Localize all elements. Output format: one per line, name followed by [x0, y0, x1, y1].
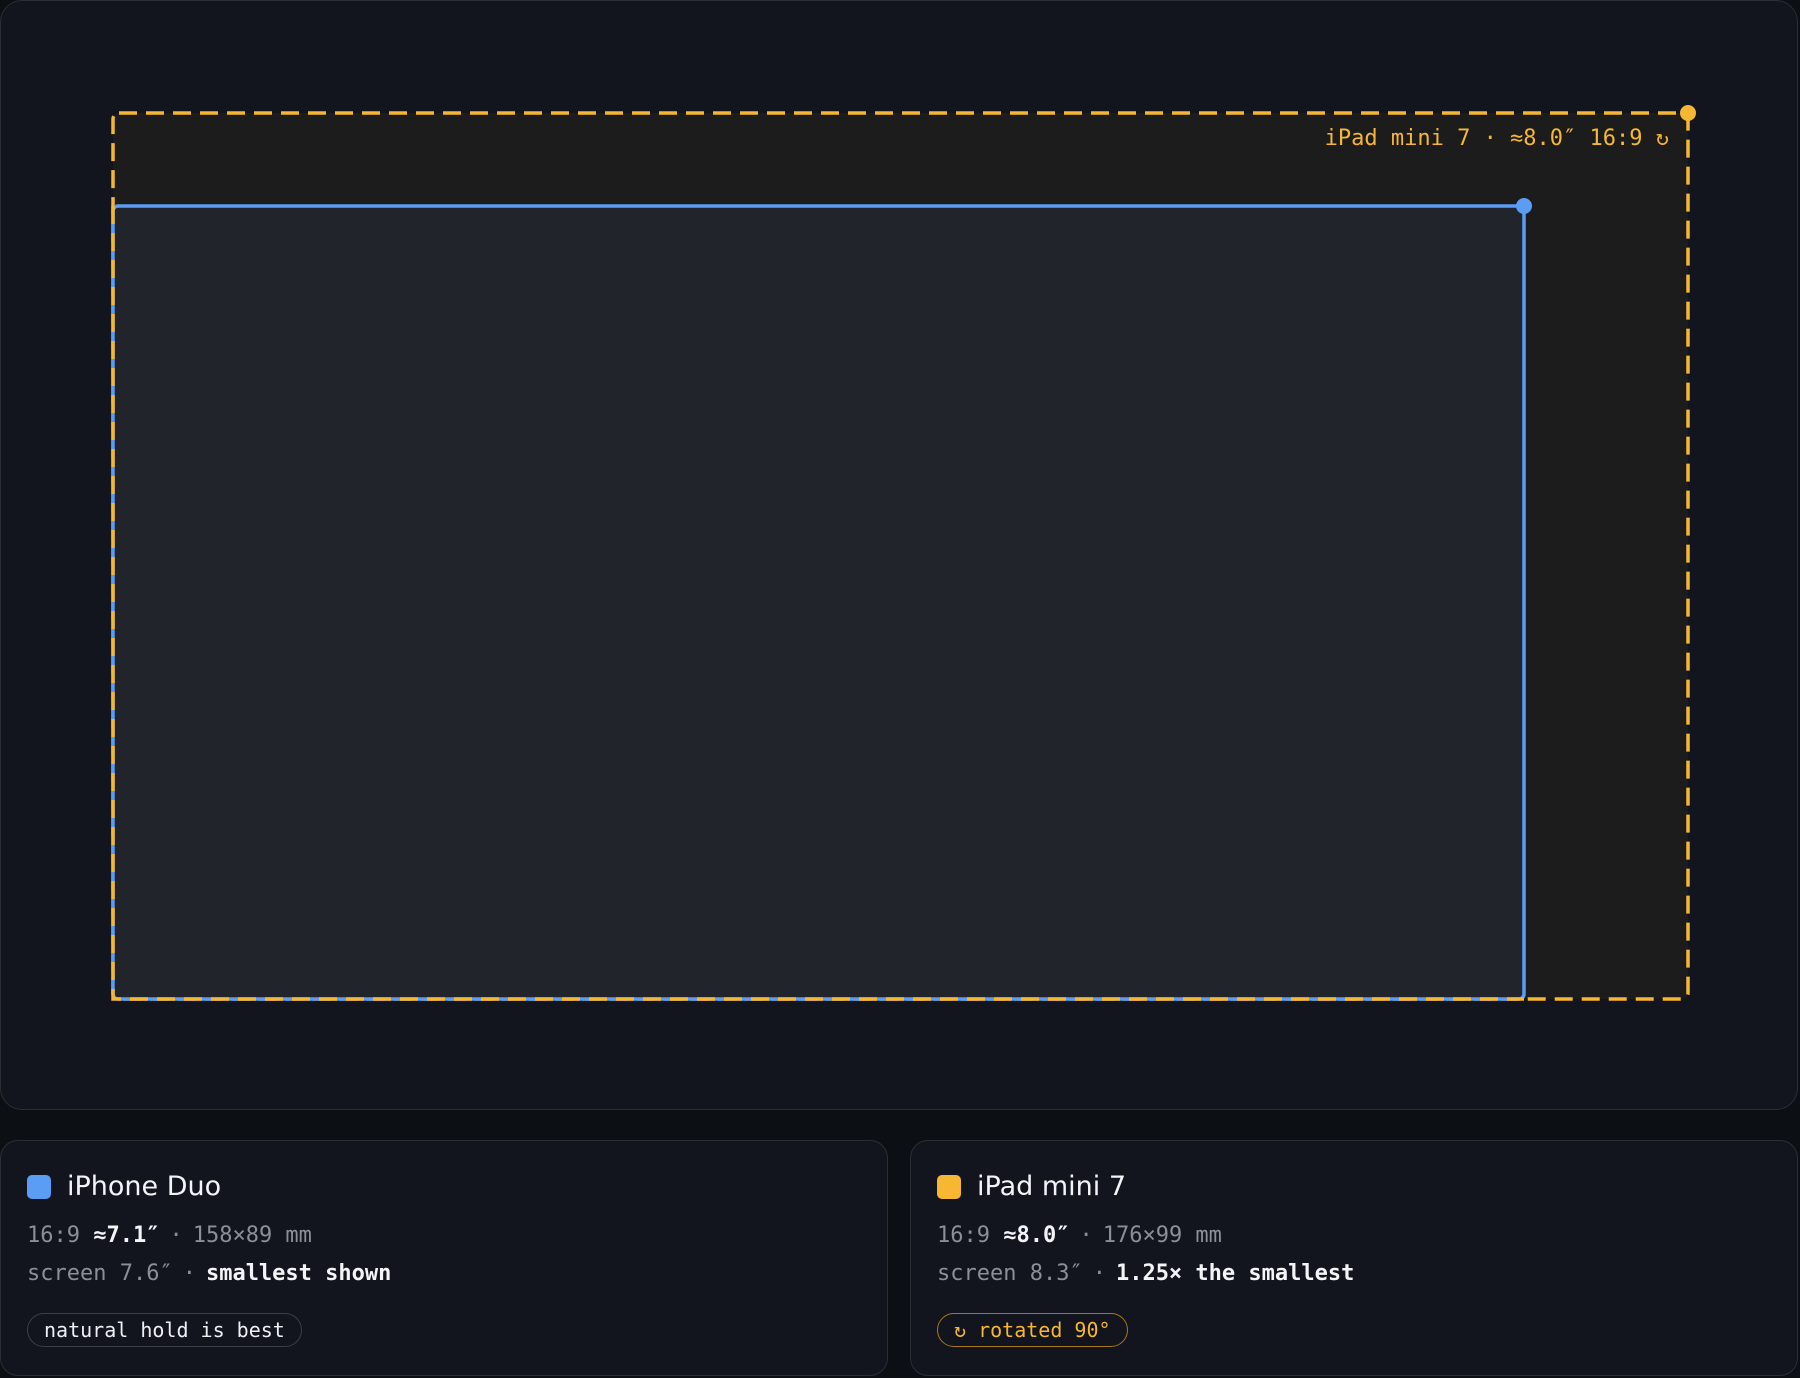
spec-line: 16:9 ≈8.0″ · 176×99 mm [937, 1223, 1222, 1248]
size-overlay [111, 105, 1696, 1001]
dimensions: 176×99 mm [1102, 1223, 1222, 1248]
size-note: 1.25× the smallest [1115, 1261, 1355, 1286]
device-name: iPhone Duo [67, 1171, 222, 1202]
dimensions: 158×89 mm [192, 1223, 312, 1248]
aspect-ratio: 16:9 [937, 1223, 990, 1248]
device-card-iphone-duo[interactable]: iPhone Duo 16:9 ≈7.1″ · 158×89 mm screen 7… [0, 1140, 888, 1376]
color-swatch [27, 1174, 51, 1199]
rotated-badge: ↻ rotated 90° [937, 1313, 1128, 1347]
screen-size: screen 7.6″ [27, 1261, 173, 1286]
card-header: iPhone Duo [27, 1171, 221, 1202]
device-card-ipad-mini-7[interactable]: iPad mini 7 16:9 ≈8.0″ · 176×99 mm screen … [910, 1140, 1798, 1376]
aspect-ratio: 16:9 [27, 1223, 80, 1248]
screen-line: screen 7.6″ · smallest shown [27, 1261, 392, 1286]
iphone-outline[interactable] [111, 204, 1526, 1001]
screen-line: screen 8.3″ · 1.25× the smallest [937, 1261, 1355, 1286]
ipad-outline-label: iPad mini 7 · ≈8.0″ 16:9 ↻ [1324, 126, 1669, 151]
device-name: iPad mini 7 [977, 1171, 1127, 1202]
hold-badge: natural hold is best [27, 1313, 302, 1347]
comparison-stage: iPad mini 7 · ≈8.0″ 16:9 ↻ [0, 0, 1798, 1110]
screen-size: screen 8.3″ [937, 1261, 1083, 1286]
ipad-corner-handle[interactable] [1680, 105, 1696, 121]
spec-line: 16:9 ≈7.1″ · 158×89 mm [27, 1223, 312, 1248]
diagonal: ≈7.1″ [93, 1223, 160, 1248]
iphone-corner-handle[interactable] [1516, 198, 1532, 214]
card-header: iPad mini 7 [937, 1171, 1126, 1202]
color-swatch [937, 1174, 961, 1199]
diagonal: ≈8.0″ [1003, 1223, 1070, 1248]
size-note: smallest shown [205, 1261, 392, 1286]
